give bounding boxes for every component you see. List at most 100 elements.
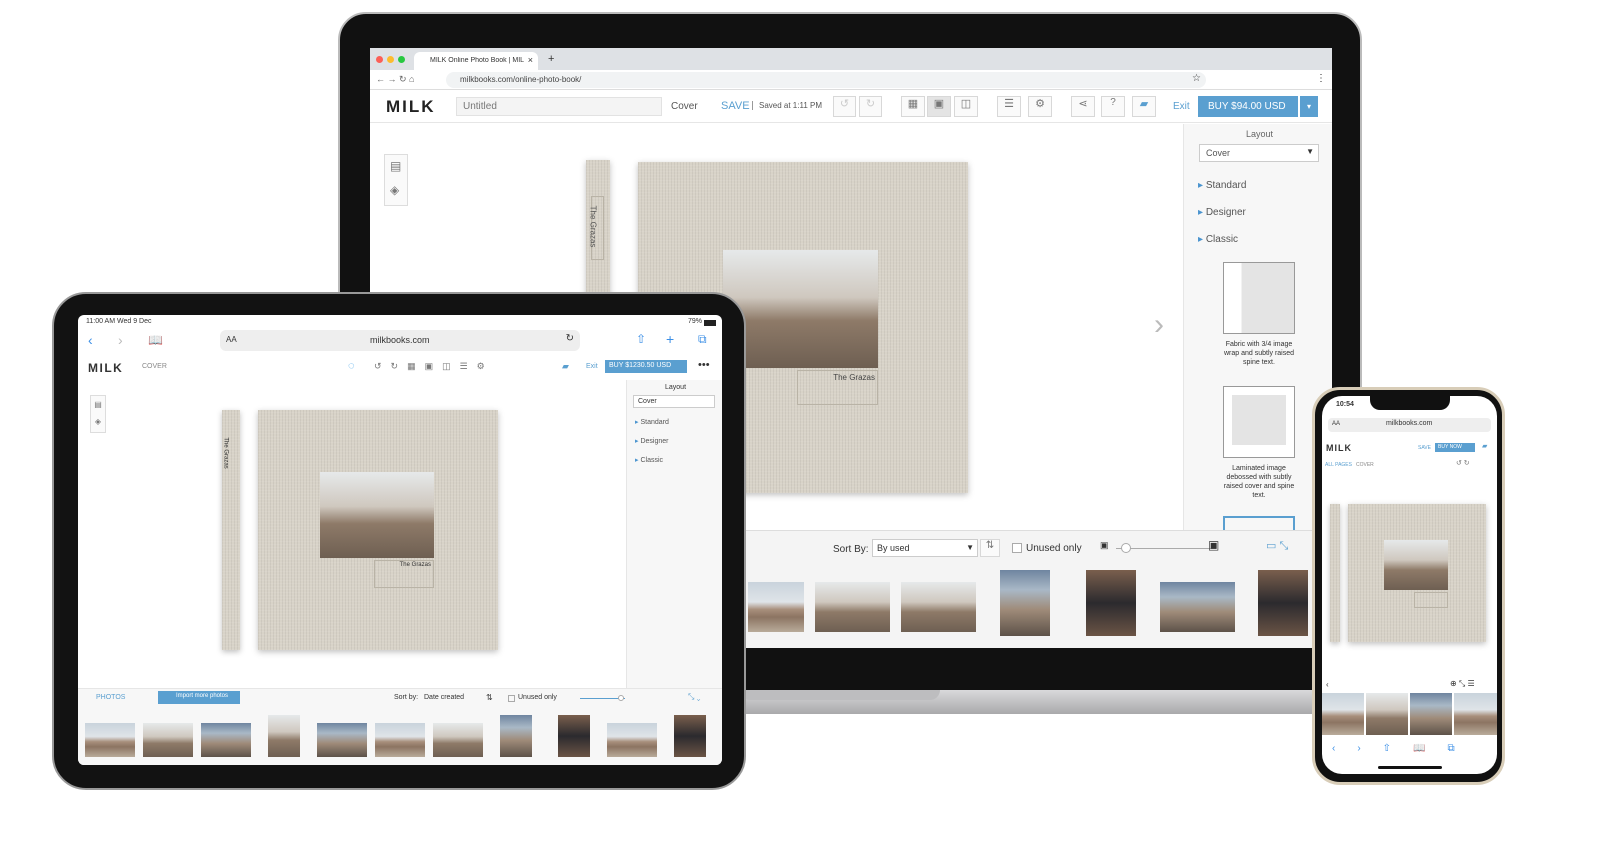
safari-toolbar-icons[interactable]: ‹›⇧📖⧉	[1332, 743, 1477, 754]
photo-thumb[interactable]	[1258, 570, 1308, 636]
share-icon[interactable]: ⋖	[1071, 96, 1095, 117]
photo-thumb[interactable]	[815, 582, 890, 632]
cover-text-box[interactable]: The Grazas	[797, 370, 878, 405]
photo-thumb[interactable]	[901, 582, 976, 632]
photos-tab[interactable]: PHOTOS	[96, 694, 125, 701]
text-tool-icon[interactable]: ▤	[390, 159, 401, 173]
tablet-address-bar[interactable]: AA milkbooks.com ↻	[220, 330, 580, 351]
section-classic[interactable]: Classic	[635, 456, 663, 464]
import-photos-button[interactable]: Import more photos	[158, 691, 240, 704]
undo-icon[interactable]: ↺	[833, 96, 856, 117]
close-tab-icon[interactable]: ×	[528, 55, 533, 65]
photo-thumb[interactable]	[607, 723, 657, 757]
toolbar-icons[interactable]: ↺↻▦▣◫☰⚙	[374, 361, 494, 372]
text-size-button[interactable]: AA	[226, 335, 237, 344]
bookmark-star-icon[interactable]: ☆	[1192, 73, 1201, 84]
exit-link[interactable]: Exit	[586, 363, 598, 370]
buy-button[interactable]: BUY $1230.50 USD	[605, 360, 687, 373]
section-designer[interactable]: Designer	[1198, 207, 1246, 218]
cover-photo[interactable]	[723, 250, 878, 368]
photo-thumb[interactable]	[1322, 693, 1364, 735]
photo-thumb[interactable]	[674, 715, 706, 757]
cover-text-box[interactable]	[1414, 592, 1448, 608]
unused-only-checkbox[interactable]	[1012, 543, 1022, 553]
save-button[interactable]: SAVE	[1418, 445, 1431, 451]
photo-thumb[interactable]	[500, 715, 532, 757]
photo-thumb[interactable]	[1000, 570, 1050, 636]
photo-thumb[interactable]	[748, 582, 804, 632]
back-icon[interactable]: ‹	[88, 332, 93, 348]
photo-thumb[interactable]	[1366, 693, 1408, 735]
redo-icon[interactable]: ↻	[859, 96, 882, 117]
fullscreen-icon[interactable]: ▭ ⤡	[1266, 539, 1288, 553]
photo-thumb[interactable]	[317, 723, 367, 757]
paint-bucket-icon[interactable]: ◈	[390, 183, 399, 197]
reload-icon[interactable]: ↻	[566, 333, 574, 344]
undo-redo-icons[interactable]: ↺ ↻	[1456, 459, 1470, 467]
phone-address-bar[interactable]: AA milkbooks.com	[1328, 418, 1491, 432]
book-cover[interactable]: The Grazas	[258, 410, 498, 650]
save-button[interactable]: SAVE	[721, 100, 750, 112]
thumb-size-slider[interactable]	[1116, 543, 1216, 553]
book-spine[interactable]: The Grazas	[222, 410, 240, 650]
photo-thumb[interactable]	[433, 723, 483, 757]
chat-icon[interactable]: ▰	[562, 361, 569, 372]
help-icon[interactable]: ?	[1101, 96, 1125, 117]
tabs-icon[interactable]: ⧉	[698, 332, 707, 347]
photo-thumb[interactable]	[268, 715, 300, 757]
new-tab-icon[interactable]: +	[548, 53, 554, 65]
phone-tools[interactable]: ‹	[1326, 680, 1329, 689]
section-standard[interactable]: Standard	[1198, 180, 1247, 191]
photo-thumb[interactable]	[1160, 582, 1235, 632]
expand-icon[interactable]: ⤡ ⌄	[688, 692, 700, 702]
photo-thumb[interactable]	[143, 723, 193, 757]
phone-photo-tools[interactable]: ⊕ ⤡ ☰	[1450, 679, 1475, 689]
menu-dots-icon[interactable]: ⋮	[1316, 73, 1326, 84]
browser-tab[interactable]: MILK Online Photo Book | MILK ×	[414, 52, 538, 70]
chat-icon[interactable]: ▰	[1132, 96, 1156, 117]
unused-only-checkbox[interactable]	[508, 695, 515, 702]
page-view-icon[interactable]: ▣	[927, 96, 951, 117]
cover-photo[interactable]	[320, 472, 434, 558]
buy-button[interactable]: BUY $94.00 USD	[1198, 96, 1298, 117]
photo-thumb[interactable]	[201, 723, 251, 757]
new-tab-icon[interactable]: +	[666, 331, 674, 347]
more-icon[interactable]: •••	[698, 359, 710, 371]
sort-direction-icon[interactable]: ⇅	[486, 693, 493, 702]
buy-dropdown-button[interactable]: ▾	[1300, 96, 1318, 117]
photo-thumb[interactable]	[1086, 570, 1136, 636]
cover-photo[interactable]	[1384, 540, 1448, 590]
nav-arrows-icon[interactable]: ← → ↻ ⌂	[376, 74, 414, 85]
share-icon[interactable]: ⇧	[636, 332, 646, 346]
slider-knob[interactable]	[1121, 543, 1131, 553]
forward-icon[interactable]: ›	[118, 332, 123, 348]
bookmarks-icon[interactable]: 📖	[148, 333, 163, 347]
section-standard[interactable]: Standard	[635, 418, 668, 426]
address-bar[interactable]: milkbooks.com/online-photo-book/	[446, 72, 1206, 88]
book-cover[interactable]	[1348, 504, 1486, 642]
section-designer[interactable]: Designer	[635, 437, 668, 445]
breadcrumb-all-pages[interactable]: ALL PAGES	[1325, 462, 1352, 468]
next-page-arrow[interactable]: ›	[1154, 308, 1164, 342]
photo-thumb[interactable]	[1410, 693, 1452, 735]
grid-view-icon[interactable]: ▦	[901, 96, 925, 117]
thumb-size-slider[interactable]	[580, 695, 625, 701]
sort-direction-icon[interactable]: ⇅	[980, 539, 1000, 557]
layout-option-fabric[interactable]	[1223, 262, 1295, 334]
photo-thumb[interactable]	[558, 715, 590, 757]
layout-select[interactable]: Cover	[633, 395, 715, 408]
exit-link[interactable]: Exit	[1173, 101, 1190, 112]
layout-select[interactable]: Cover ▼	[1199, 144, 1319, 162]
sort-select[interactable]: Date created	[424, 694, 464, 701]
spread-view-icon[interactable]: ◫	[954, 96, 978, 117]
text-size-button[interactable]: AA	[1332, 421, 1340, 427]
book-spine[interactable]	[1330, 504, 1340, 642]
chat-icon[interactable]: ▰	[1482, 442, 1487, 450]
slider-knob[interactable]	[617, 695, 624, 701]
buy-button[interactable]: BUY NOW	[1435, 443, 1475, 452]
layout-option-laminated[interactable]	[1223, 386, 1295, 458]
cover-text-box[interactable]: The Grazas	[374, 560, 434, 588]
settings-gear-icon[interactable]: ⚙	[1028, 96, 1052, 117]
photo-thumb[interactable]	[1454, 693, 1497, 735]
photo-thumb[interactable]	[375, 723, 425, 757]
